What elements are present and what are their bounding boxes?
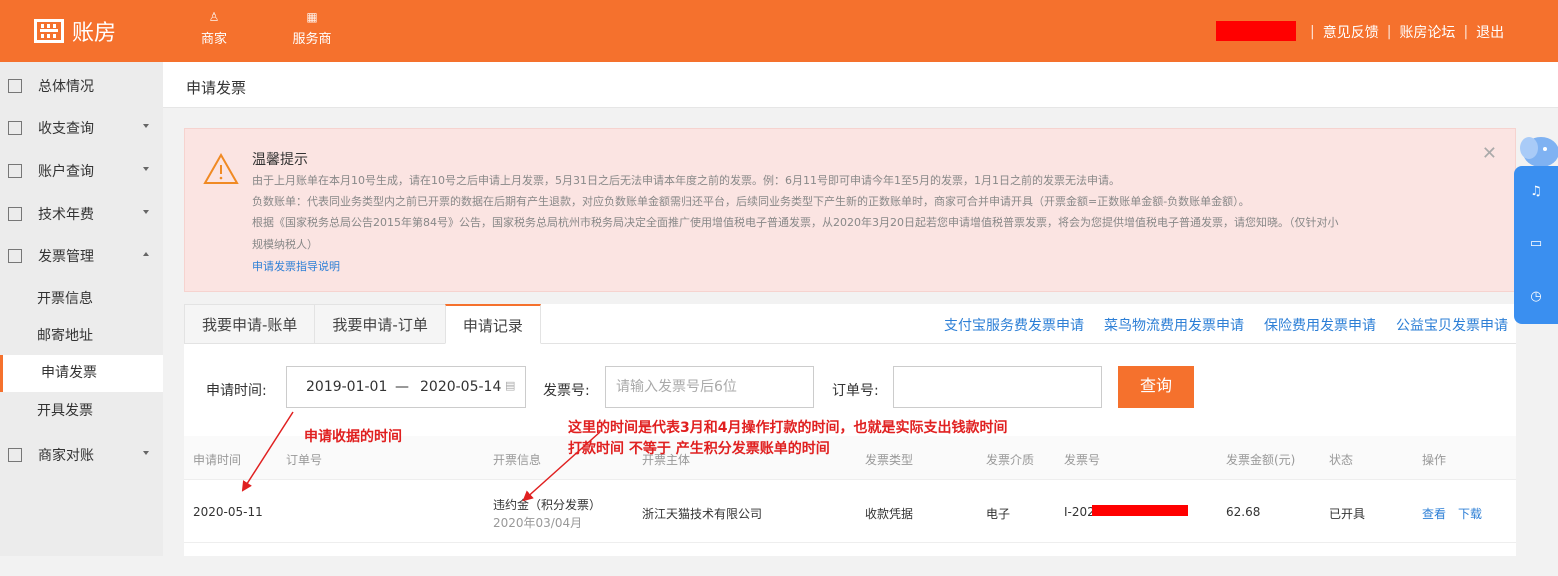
chat-icon[interactable]: ▭ [1528,236,1544,252]
arrow-to-apply-time [241,411,294,492]
elephant-mascot-icon[interactable] [1517,130,1558,170]
annotation-arrows [241,411,601,502]
timer-icon[interactable]: ◷ [1528,289,1544,305]
float-toolbar: ♫ ▭ ◷ [1514,166,1558,324]
bell-icon[interactable]: ♫ [1528,184,1544,200]
arrow-to-period [522,431,601,502]
